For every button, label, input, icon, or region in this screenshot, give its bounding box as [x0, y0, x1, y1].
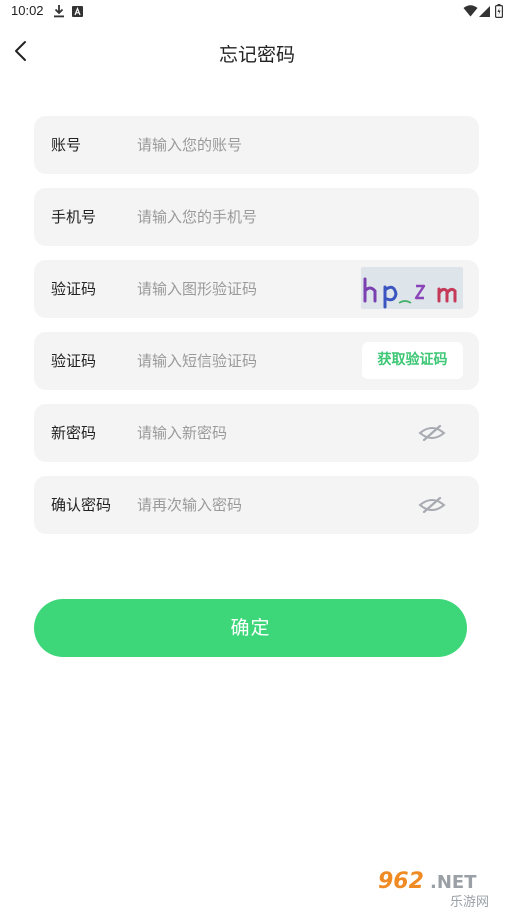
account-input[interactable] — [137, 130, 347, 160]
status-bar: 10:02 — [0, 0, 514, 22]
sms-code-input[interactable] — [137, 346, 347, 376]
confirm-password-visibility-toggle[interactable] — [417, 493, 447, 517]
confirm-button[interactable]: 确定 — [34, 599, 467, 657]
new-password-label: 新密码 — [51, 424, 97, 442]
account-row: 账号 — [34, 116, 479, 174]
new-password-input[interactable] — [137, 418, 347, 448]
account-label: 账号 — [51, 136, 82, 154]
captcha-image[interactable] — [361, 267, 463, 309]
confirm-password-row: 确认密码 — [34, 476, 479, 534]
wifi-icon — [462, 3, 478, 19]
phone-input[interactable] — [137, 202, 347, 232]
captcha-input[interactable] — [137, 274, 347, 304]
eye-closed-icon — [418, 425, 446, 441]
confirm-password-label: 确认密码 — [51, 496, 112, 514]
signal-icon — [478, 3, 490, 19]
svg-text:乐游网: 乐游网 — [450, 895, 489, 910]
phone-row: 手机号 — [34, 188, 479, 246]
phone-label: 手机号 — [51, 208, 97, 226]
captcha-row: 验证码 — [34, 260, 479, 318]
eye-closed-icon — [418, 497, 446, 513]
svg-text:962: 962 — [378, 869, 424, 894]
battery-icon — [494, 3, 503, 19]
notification-a-icon — [71, 3, 84, 19]
get-code-button[interactable]: 获取验证码 — [362, 342, 463, 379]
sms-code-row: 验证码 获取验证码 — [34, 332, 479, 390]
status-time: 10:02 — [11, 3, 44, 18]
sms-code-label: 验证码 — [51, 352, 97, 370]
confirm-password-input[interactable] — [137, 490, 347, 520]
page-title: 忘记密码 — [218, 44, 295, 66]
watermark-logo: 962 .NET 乐游网 — [372, 864, 510, 910]
captcha-graphic — [361, 267, 463, 309]
svg-text:.NET: .NET — [430, 872, 477, 893]
captcha-label: 验证码 — [51, 280, 97, 298]
download-icon — [52, 3, 66, 19]
new-password-row: 新密码 — [34, 404, 479, 462]
new-password-visibility-toggle[interactable] — [417, 421, 447, 445]
